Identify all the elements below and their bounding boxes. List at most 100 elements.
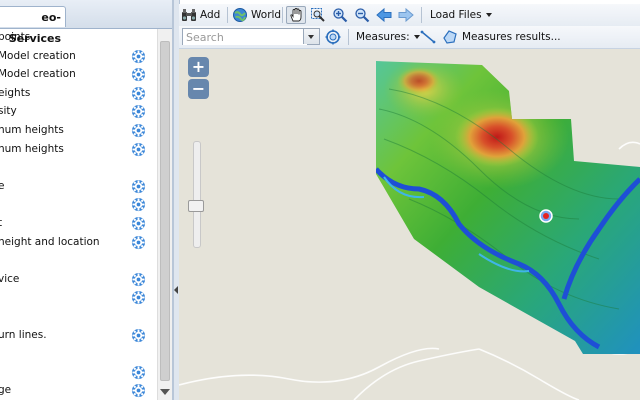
zoom-slider[interactable] [193,141,201,248]
gear-icon[interactable] [131,197,146,212]
service-item-label: num heights [0,124,64,136]
map-canvas[interactable] [179,49,640,400]
add-button[interactable]: Add [181,6,220,24]
service-item[interactable] [0,159,157,177]
zoom-box-button[interactable] [310,6,326,24]
zoom-in-tool-button[interactable] [332,6,348,24]
arrow-left-icon [376,7,392,23]
service-item-label: t [0,217,2,229]
left-tab-bar: eo-Services [0,0,172,45]
vertical-scrollbar[interactable] [157,29,172,400]
service-item[interactable]: num heights [0,141,157,159]
zoom-in-icon [333,8,348,23]
service-item-label: urn lines. [0,328,47,341]
back-button[interactable] [376,6,392,24]
service-item[interactable] [0,364,157,382]
service-item-label: points [0,31,31,43]
zoom-out-tool-button[interactable] [354,6,370,24]
pan-button[interactable] [286,6,306,24]
elevation-raster [376,61,640,354]
ruler-line-icon [420,30,436,44]
map-view[interactable]: + − [179,49,640,400]
measures-results-button[interactable]: Measures results... [442,28,561,46]
measures-results-label: Measures results... [462,31,561,43]
gear-icon[interactable] [131,104,146,119]
toolbar-separator [227,7,228,23]
add-button-label: Add [200,9,221,21]
measures-menu-button[interactable]: Measures: [356,28,420,46]
zoom-in-button[interactable]: + [188,57,209,77]
gear-icon[interactable] [131,383,146,398]
service-item-label: num heights [0,142,64,155]
refresh-button[interactable] [325,28,341,46]
gear-icon[interactable] [131,328,146,343]
service-item[interactable] [0,196,157,214]
service-item[interactable]: vice [0,271,157,289]
service-item[interactable]: eights [0,85,157,103]
chevron-down-icon [413,35,420,39]
service-item-label: height and location [0,235,100,248]
tab-geo-services[interactable]: eo-Services [0,6,66,45]
main-toolbar: Add World Load Files [179,4,640,26]
measure-line-button[interactable] [420,28,436,46]
refresh-icon [325,29,341,45]
service-item[interactable] [0,345,157,363]
forward-button[interactable] [398,6,414,24]
service-item[interactable]: num heights [0,122,157,140]
gear-icon[interactable] [131,67,146,82]
secondary-toolbar: Measures: Measures results... [179,26,640,49]
binoculars-icon [182,9,196,21]
gear-icon[interactable] [131,365,146,380]
toolbar-separator [421,7,422,23]
service-item[interactable] [0,289,157,307]
service-item-label: sity [0,105,17,118]
gear-icon[interactable] [131,179,146,194]
service-item-label: e [0,180,4,192]
service-item[interactable]: points [0,29,157,47]
service-item-label: Model creation [0,68,76,81]
toolbar-separator [348,29,349,45]
gear-icon[interactable] [131,123,146,138]
gear-icon[interactable] [131,272,146,287]
gear-icon[interactable] [131,290,146,305]
load-files-button[interactable]: Load Files [430,6,492,24]
gear-icon[interactable] [131,86,146,101]
search-input[interactable] [183,29,307,45]
collapse-left-icon[interactable] [174,286,178,294]
service-item[interactable]: t [0,215,157,233]
search-dropdown-trigger[interactable] [303,29,319,44]
service-item[interactable]: ge [0,382,157,400]
service-item[interactable]: height and location [0,234,157,252]
arrow-right-icon [398,7,414,23]
service-item[interactable] [0,252,157,270]
service-item[interactable]: e [0,178,157,196]
service-item[interactable]: Model creation [0,66,157,84]
service-item[interactable]: Model creation [0,48,157,66]
gear-icon[interactable] [131,216,146,231]
service-item[interactable]: sity [0,103,157,121]
world-button-label: World [251,9,282,21]
zoom-out-icon [355,8,370,23]
globe-icon [233,8,247,22]
search-combobox[interactable] [182,28,320,45]
gear-icon[interactable] [131,49,146,64]
scrollbar-thumb[interactable] [160,41,170,381]
service-item-label: eights [0,86,31,99]
zoom-slider-handle[interactable] [188,199,204,212]
service-item[interactable]: urn lines. [0,327,157,345]
zoom-out-button[interactable]: − [188,79,209,99]
load-files-label: Load Files [430,9,482,21]
world-button[interactable]: World [232,6,281,24]
polygon-measure-icon [443,30,457,44]
service-item-label: vice [0,272,20,285]
scroll-down-icon[interactable] [160,389,170,395]
gear-icon[interactable] [131,142,146,157]
hand-icon [290,8,302,22]
service-item[interactable] [0,308,157,326]
map-point-marker[interactable] [539,209,553,223]
toolbar-separator [282,7,283,23]
gear-icon[interactable] [131,235,146,250]
chevron-down-icon [485,13,492,17]
service-item-label: ge [0,384,12,397]
zoom-box-icon [311,8,325,22]
